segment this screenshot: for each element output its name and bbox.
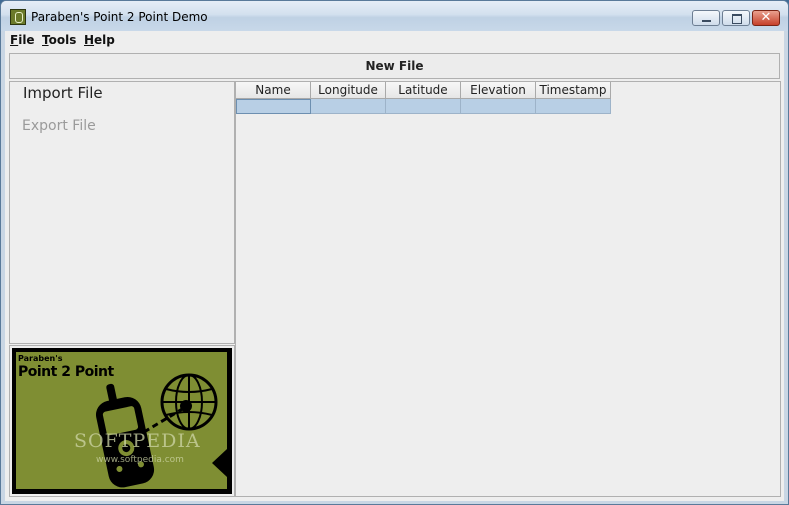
- minimize-button[interactable]: [692, 10, 720, 26]
- menu-file[interactable]: File: [10, 33, 35, 47]
- close-icon: ✕: [760, 10, 772, 25]
- new-file-label: New File: [365, 59, 424, 73]
- product-logo: Paraben's Point 2 Point SOFTPEDIA www.so…: [12, 348, 232, 494]
- action-panel: Import File Export File: [9, 81, 235, 344]
- globe-icon: [160, 373, 218, 431]
- maximize-button[interactable]: [722, 10, 750, 26]
- logo-panel: Paraben's Point 2 Point SOFTPEDIA www.so…: [9, 345, 235, 497]
- client-area: File Tools Help New File Import File Exp…: [5, 31, 784, 501]
- column-header-timestamp[interactable]: Timestamp: [536, 82, 611, 99]
- waypoint-table[interactable]: Name Longitude Latitude Elevation Timest…: [235, 81, 781, 497]
- corner-arrow-icon: [212, 449, 227, 477]
- menu-file-accel: F: [10, 33, 19, 47]
- logo-background: Paraben's Point 2 Point SOFTPEDIA www.so…: [16, 352, 227, 489]
- menu-tools-label: ools: [48, 33, 77, 47]
- app-icon[interactable]: [10, 9, 26, 25]
- close-button[interactable]: ✕: [752, 10, 780, 26]
- logo-subtitle: Paraben's: [18, 354, 63, 363]
- app-window: Paraben's Point 2 Point Demo ✕ File Tool…: [0, 0, 789, 505]
- window-title: Paraben's Point 2 Point Demo: [31, 10, 208, 24]
- watermark-url: www.softpedia.com: [96, 455, 184, 465]
- column-header-elevation[interactable]: Elevation: [461, 82, 536, 99]
- menu-help[interactable]: Help: [84, 33, 115, 47]
- menu-help-label: elp: [94, 33, 115, 47]
- watermark: SOFTPEDIA: [74, 430, 201, 452]
- menu-tools[interactable]: Tools: [42, 33, 76, 47]
- menu-help-accel: H: [84, 33, 95, 47]
- import-file-button[interactable]: Import File: [23, 84, 103, 102]
- table-cell[interactable]: [386, 99, 461, 114]
- table-row[interactable]: [236, 99, 611, 114]
- menu-bar: File Tools Help: [5, 31, 784, 51]
- menu-file-label: ile: [18, 33, 35, 47]
- table-cell[interactable]: [311, 99, 386, 114]
- logo-title: Point 2 Point: [18, 364, 114, 380]
- title-bar[interactable]: Paraben's Point 2 Point Demo ✕: [1, 1, 788, 31]
- export-file-button: Export File: [22, 118, 96, 134]
- table-cell[interactable]: [536, 99, 611, 114]
- table-header: Name Longitude Latitude Elevation Timest…: [236, 82, 611, 99]
- column-header-latitude[interactable]: Latitude: [386, 82, 461, 99]
- new-file-button[interactable]: New File: [9, 53, 780, 79]
- table-cell[interactable]: [461, 99, 536, 114]
- column-header-longitude[interactable]: Longitude: [311, 82, 386, 99]
- table-cell[interactable]: [236, 99, 311, 114]
- menu-tools-accel: T: [42, 33, 49, 47]
- column-header-name[interactable]: Name: [236, 82, 311, 99]
